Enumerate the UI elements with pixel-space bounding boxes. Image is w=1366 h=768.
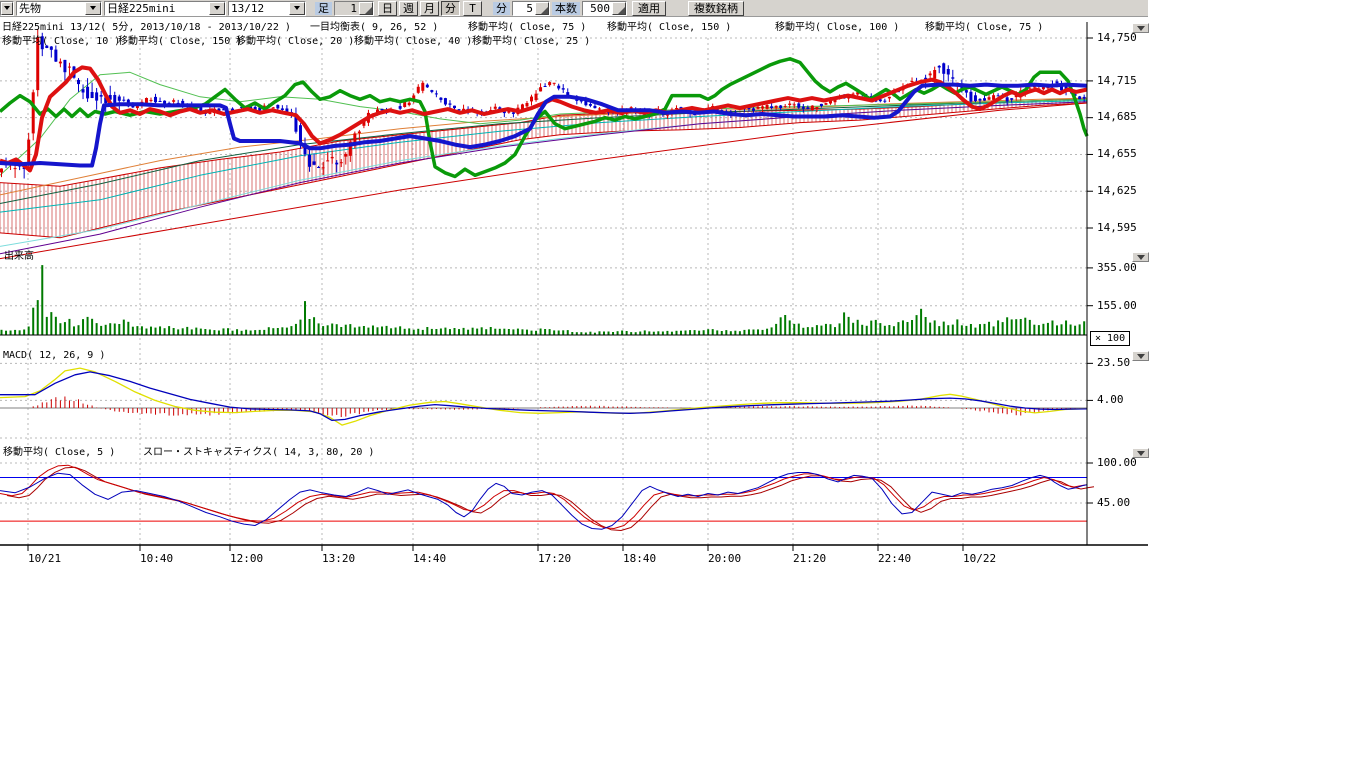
contract-month-combo[interactable]: 13/12 <box>228 1 306 16</box>
combo-dropdown-icon[interactable] <box>1 2 13 15</box>
stoch-tick: 45.00 <box>1097 497 1130 509</box>
minute-value: 5 <box>513 2 535 15</box>
time-tick: 17:20 <box>538 553 571 565</box>
stoch-tick: 100.00 <box>1097 457 1137 469</box>
legend-ichimoku: 一目均衡表( 9, 26, 52 ) <box>310 22 438 33</box>
volume-multiplier-badge: × 100 <box>1090 331 1130 346</box>
period-month-button[interactable]: 月 <box>420 1 439 16</box>
chevron-down-icon <box>1137 354 1145 359</box>
trading-app-window: 先物 日経225mini 13/12 足 1 日 週 月 分 T 分 5 本数 … <box>0 0 1366 768</box>
time-tick: 10/21 <box>28 553 61 565</box>
toolbar: 先物 日経225mini 13/12 足 1 日 週 月 分 T 分 5 本数 … <box>0 0 1148 17</box>
price-tick: 14,750 <box>1097 32 1137 44</box>
spinner-icon[interactable] <box>535 2 549 15</box>
spinner-icon[interactable] <box>359 2 373 15</box>
period-minute-button[interactable]: 分 <box>441 1 460 16</box>
price-tick: 14,595 <box>1097 222 1137 234</box>
time-tick: 14:40 <box>413 553 446 565</box>
macd-tick: 4.00 <box>1097 394 1124 406</box>
legend-ma-150b: 移動平均( Close, 150 ) <box>118 36 242 47</box>
legend-ma-150: 移動平均( Close, 150 ) <box>607 22 731 33</box>
chevron-down-icon <box>1137 451 1145 456</box>
legend-ma-20: 移動平均( Close, 20 ) <box>236 36 354 47</box>
time-tick: 22:40 <box>878 553 911 565</box>
bar-count-label: 本数 <box>552 2 580 15</box>
chart-title: 日経225mini 13/12( 5分, 2013/10/18 - 2013/1… <box>2 22 291 33</box>
price-tick: 14,625 <box>1097 185 1137 197</box>
chevron-down-icon <box>1137 255 1145 260</box>
bar-label: 足 <box>315 2 332 15</box>
spinner-icon[interactable] <box>612 2 626 15</box>
combo-dropdown-icon[interactable] <box>289 2 305 15</box>
time-tick: 20:00 <box>708 553 741 565</box>
time-tick: 12:00 <box>230 553 263 565</box>
price-tick: 14,655 <box>1097 148 1137 160</box>
time-tick: 10/22 <box>963 553 996 565</box>
time-tick: 18:40 <box>623 553 656 565</box>
market-combo[interactable]: 先物 <box>16 1 102 16</box>
minute-spinner[interactable]: 5 <box>512 1 550 16</box>
bar-interval-spinner[interactable]: 1 <box>334 1 374 16</box>
combo-dropdown-icon[interactable] <box>209 2 225 15</box>
legend-ma-100: 移動平均( Close, 100 ) <box>775 22 899 33</box>
bar-count-spinner[interactable]: 500 <box>582 1 627 16</box>
period-tick-button[interactable]: T <box>463 1 482 16</box>
multi-symbol-button[interactable]: 複数銘柄 <box>688 1 744 16</box>
legend-ma-10: 移動平均( Close, 10 ) <box>2 36 120 47</box>
period-week-button[interactable]: 週 <box>399 1 418 16</box>
legend-ma-75b: 移動平均( Close, 75 ) <box>925 22 1043 33</box>
time-tick: 10:40 <box>140 553 173 565</box>
legend-ma-75: 移動平均( Close, 75 ) <box>468 22 586 33</box>
minute-label: 分 <box>493 2 510 15</box>
leftmost-combo-partial[interactable] <box>0 1 14 16</box>
chevron-down-icon <box>1137 26 1145 31</box>
volume-tick: 355.00 <box>1097 262 1137 274</box>
chart-area: 日経225mini 13/12( 5分, 2013/10/18 - 2013/1… <box>0 17 1366 768</box>
bar-interval-value: 1 <box>335 2 359 15</box>
legend-ma-40: 移動平均( Close, 40 ) <box>354 36 472 47</box>
macd-tick: 23.50 <box>1097 357 1130 369</box>
apply-button[interactable]: 適用 <box>632 1 666 16</box>
legend-ma-25: 移動平均( Close, 25 ) <box>472 36 590 47</box>
bar-count-value: 500 <box>583 2 612 15</box>
main-panel-menu-button[interactable] <box>1132 23 1149 33</box>
combo-dropdown-icon[interactable] <box>85 2 101 15</box>
macd-panel-label: MACD( 12, 26, 9 ) <box>3 350 105 361</box>
volume-tick: 155.00 <box>1097 300 1137 312</box>
contract-month-value: 13/12 <box>229 2 289 15</box>
volume-panel-label: 出来高 <box>4 251 34 262</box>
stoch-ma-label: 移動平均( Close, 5 ) <box>3 447 115 458</box>
chart-canvas <box>0 17 1150 577</box>
period-day-button[interactable]: 日 <box>378 1 397 16</box>
macd-panel-menu-button[interactable] <box>1132 351 1149 361</box>
time-tick: 21:20 <box>793 553 826 565</box>
symbol-combo[interactable]: 日経225mini <box>104 1 226 16</box>
stoch-panel-menu-button[interactable] <box>1132 448 1149 458</box>
price-tick: 14,715 <box>1097 75 1137 87</box>
price-tick: 14,685 <box>1097 111 1137 123</box>
stochastics-label: スロー・ストキャスティクス( 14, 3, 80, 20 ) <box>143 447 374 458</box>
symbol-combo-value: 日経225mini <box>105 2 209 15</box>
market-combo-value: 先物 <box>17 2 85 15</box>
time-tick: 13:20 <box>322 553 355 565</box>
volume-panel-menu-button[interactable] <box>1132 252 1149 262</box>
